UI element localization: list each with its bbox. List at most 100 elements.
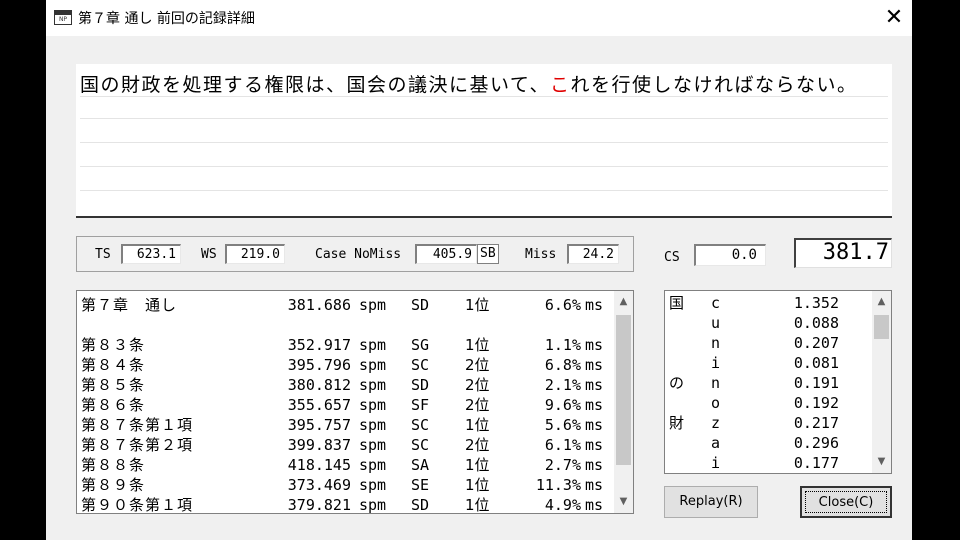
char-romaji: n xyxy=(711,374,721,392)
record-name: 第８７条第１項 xyxy=(81,416,194,434)
scroll-down-arrow-icon[interactable]: ▼ xyxy=(872,453,891,471)
record-pct: 5.6% xyxy=(544,416,581,434)
replay-button[interactable]: Replay(R) xyxy=(664,486,758,518)
window-title: 第７章 通し 前回の記録詳細 xyxy=(78,11,255,27)
record-unit: spm xyxy=(359,456,387,474)
char-time: 0.217 xyxy=(793,414,839,432)
sentence-display: 国の財政を処理する権限は、国会の議決に基いて、これを行使しなければならない。 xyxy=(76,64,892,218)
case-suffix: SB xyxy=(477,244,499,264)
record-ms: ms xyxy=(585,376,604,394)
record-ms: ms xyxy=(585,496,604,514)
char-kanji: 財 xyxy=(669,414,685,432)
record-pos: 1位 xyxy=(465,456,490,474)
record-rank: SD xyxy=(411,296,430,314)
title-bar[interactable]: NP 第７章 通し 前回の記録詳細 ✕ xyxy=(46,0,912,36)
char-romaji: n xyxy=(711,334,721,352)
record-name: 第７章 通し xyxy=(81,296,178,314)
scroll-up-arrow-icon[interactable]: ▲ xyxy=(614,293,633,311)
record-spm: 352.917 xyxy=(287,336,351,354)
record-unit: spm xyxy=(359,476,387,494)
record-rank: SC xyxy=(411,416,430,434)
record-rank: SF xyxy=(411,396,430,414)
record-spm: 355.657 xyxy=(287,396,351,414)
target-sentence: 国の財政を処理する権限は、国会の議決に基いて、これを行使しなければならない。 xyxy=(80,74,858,96)
record-unit: spm xyxy=(359,356,387,374)
record-pos: 2位 xyxy=(465,376,490,394)
close-button[interactable]: Close(C) xyxy=(800,486,892,518)
ts-label: TS xyxy=(95,247,111,262)
record-detail-window: NP 第７章 通し 前回の記録詳細 ✕ 国の財政を処理する権限は、国会の議決に基… xyxy=(46,0,912,540)
record-name: 第８６条 xyxy=(81,396,146,414)
char-romaji: u xyxy=(711,314,721,332)
chars-scrollbar[interactable]: ▲ ▼ xyxy=(872,291,891,473)
record-rank: SD xyxy=(411,376,430,394)
char-time: 0.088 xyxy=(793,314,839,332)
char-kanji: 国 xyxy=(669,294,685,312)
record-pct: 11.3% xyxy=(535,476,581,494)
record-rank: SG xyxy=(411,336,430,354)
app-icon: NP xyxy=(54,10,72,25)
scroll-thumb[interactable] xyxy=(874,315,889,339)
miss-label: Miss xyxy=(525,247,557,262)
record-spm: 380.812 xyxy=(287,376,351,394)
record-ms: ms xyxy=(585,416,604,434)
char-time: 0.177 xyxy=(793,454,839,472)
case-label: Case NoMiss xyxy=(315,247,402,262)
cs-value: 0.0 xyxy=(694,244,766,266)
current-char: こ xyxy=(549,74,571,96)
record-pos: 1位 xyxy=(465,496,490,514)
char-time: 0.192 xyxy=(793,394,839,412)
record-ms: ms xyxy=(585,396,604,414)
record-spm: 418.145 xyxy=(287,456,351,474)
record-name: 第８４条 xyxy=(81,356,146,374)
record-pct: 1.1% xyxy=(544,336,581,354)
char-timing-list[interactable]: 国 c 1.352 u 0.088 n 0.207 i 0.081 の n 0.191 o 0.192 財 z… xyxy=(664,290,892,474)
char-time: 0.207 xyxy=(793,334,839,352)
record-name: 第８８条 xyxy=(81,456,146,474)
record-spm: 373.469 xyxy=(287,476,351,494)
record-ms: ms xyxy=(585,336,604,354)
record-ms: ms xyxy=(585,436,604,454)
char-romaji: c xyxy=(711,294,721,312)
record-ms: ms xyxy=(585,296,604,314)
char-romaji: o xyxy=(711,394,721,412)
score-display: 381.7 xyxy=(794,238,892,268)
record-unit: spm xyxy=(359,376,387,394)
case-value: 405.9 xyxy=(415,244,477,264)
scroll-down-arrow-icon[interactable]: ▼ xyxy=(614,493,633,511)
record-name: 第９０条第１項 xyxy=(81,496,194,514)
record-spm: 395.757 xyxy=(287,416,351,434)
record-unit: spm xyxy=(359,396,387,414)
char-time: 1.352 xyxy=(793,294,839,312)
record-pos: 2位 xyxy=(465,396,490,414)
record-pct: 2.1% xyxy=(544,376,581,394)
record-rank: SA xyxy=(411,456,430,474)
record-rank: SC xyxy=(411,436,430,454)
record-pct: 6.8% xyxy=(544,356,581,374)
record-pos: 1位 xyxy=(465,416,490,434)
record-spm: 395.796 xyxy=(287,356,351,374)
record-ms: ms xyxy=(585,476,604,494)
record-ms: ms xyxy=(585,356,604,374)
record-pct: 9.6% xyxy=(544,396,581,414)
record-spm: 399.837 xyxy=(287,436,351,454)
scroll-up-arrow-icon[interactable]: ▲ xyxy=(872,293,891,311)
char-romaji: i xyxy=(711,454,721,472)
record-name: 第８３条 xyxy=(81,336,146,354)
char-time: 0.191 xyxy=(793,374,839,392)
record-ms: ms xyxy=(585,456,604,474)
ws-value: 219.0 xyxy=(225,244,285,264)
ws-label: WS xyxy=(201,247,217,262)
record-pct: 6.1% xyxy=(544,436,581,454)
close-icon[interactable]: ✕ xyxy=(880,4,908,32)
record-rank: SD xyxy=(411,496,430,514)
records-list[interactable]: 第７章 通し 381.686 spm SD 1位 6.6% ms 第８３条 352.917 spm… xyxy=(76,290,634,514)
scroll-thumb[interactable] xyxy=(616,315,631,465)
char-time: 0.296 xyxy=(793,434,839,452)
records-scrollbar[interactable]: ▲ ▼ xyxy=(614,291,633,513)
record-pos: 2位 xyxy=(465,436,490,454)
record-pct: 2.7% xyxy=(544,456,581,474)
record-pos: 1位 xyxy=(465,336,490,354)
ts-value: 623.1 xyxy=(121,244,181,264)
char-kanji: の xyxy=(669,374,685,392)
